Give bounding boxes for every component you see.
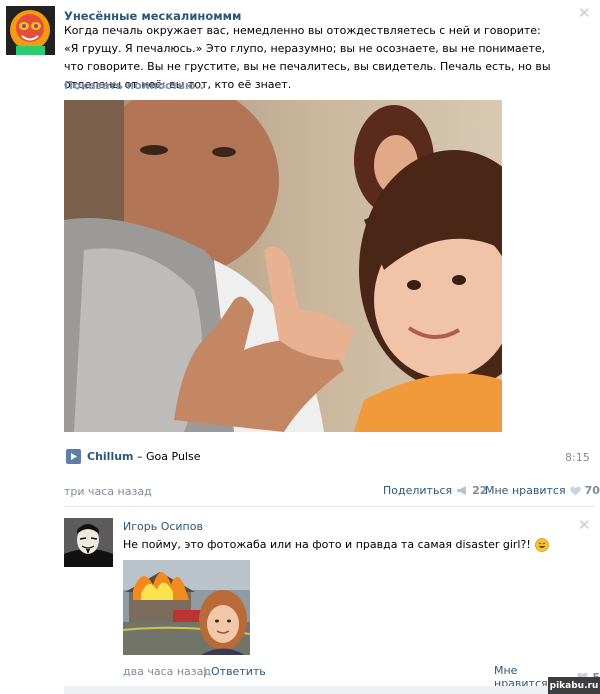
heart-icon bbox=[569, 486, 581, 495]
avatar-image bbox=[64, 518, 113, 567]
bottom-border bbox=[64, 686, 594, 694]
comment-close-icon[interactable]: ✕ bbox=[578, 518, 591, 533]
audio-duration: 8:15 bbox=[565, 451, 590, 464]
share-label: Поделиться bbox=[383, 484, 453, 497]
play-icon bbox=[71, 453, 77, 460]
comment-footer-separator: | bbox=[203, 665, 207, 678]
audio-track[interactable]: Chillum – Goa Pulse bbox=[87, 450, 200, 463]
comment-text: Не пойму, это фотожаба или на фото и пра… bbox=[123, 538, 531, 551]
reply-link[interactable]: Ответить bbox=[211, 665, 266, 678]
audio-separator: – bbox=[133, 450, 147, 463]
comment-avatar[interactable] bbox=[64, 518, 113, 567]
photo-image bbox=[64, 100, 502, 432]
avatar-image bbox=[6, 6, 55, 55]
community-avatar[interactable] bbox=[6, 6, 55, 55]
megaphone-icon bbox=[457, 486, 467, 495]
share-action[interactable]: Поделиться 22 bbox=[383, 484, 487, 497]
audio-artist[interactable]: Chillum bbox=[87, 450, 134, 463]
close-icon[interactable]: ✕ bbox=[578, 6, 591, 21]
post-photo[interactable] bbox=[64, 100, 502, 432]
audio-title: Goa Pulse bbox=[146, 450, 201, 463]
like-label: Мне нравится bbox=[485, 484, 566, 497]
like-action[interactable]: Мне нравится 70 bbox=[485, 484, 600, 497]
comment-author[interactable]: Игорь Осипов bbox=[123, 520, 203, 533]
comment-text-row: Не пойму, это фотожаба или на фото и пра… bbox=[123, 536, 549, 554]
smile-emoji-icon bbox=[534, 538, 549, 552]
play-button[interactable] bbox=[66, 449, 81, 464]
comment-photo[interactable] bbox=[123, 560, 250, 655]
comment-time[interactable]: два часа назад bbox=[123, 665, 211, 678]
watermark: pikabu.ru bbox=[548, 677, 600, 694]
photo-image bbox=[123, 560, 250, 655]
post-author[interactable]: Унесённые мескалиноммм bbox=[64, 9, 241, 23]
post-time[interactable]: три часа назад bbox=[64, 485, 152, 498]
post-divider bbox=[64, 506, 594, 507]
like-count: 70 bbox=[584, 484, 600, 497]
show-more-link[interactable]: Показать полностью.. bbox=[64, 79, 204, 92]
